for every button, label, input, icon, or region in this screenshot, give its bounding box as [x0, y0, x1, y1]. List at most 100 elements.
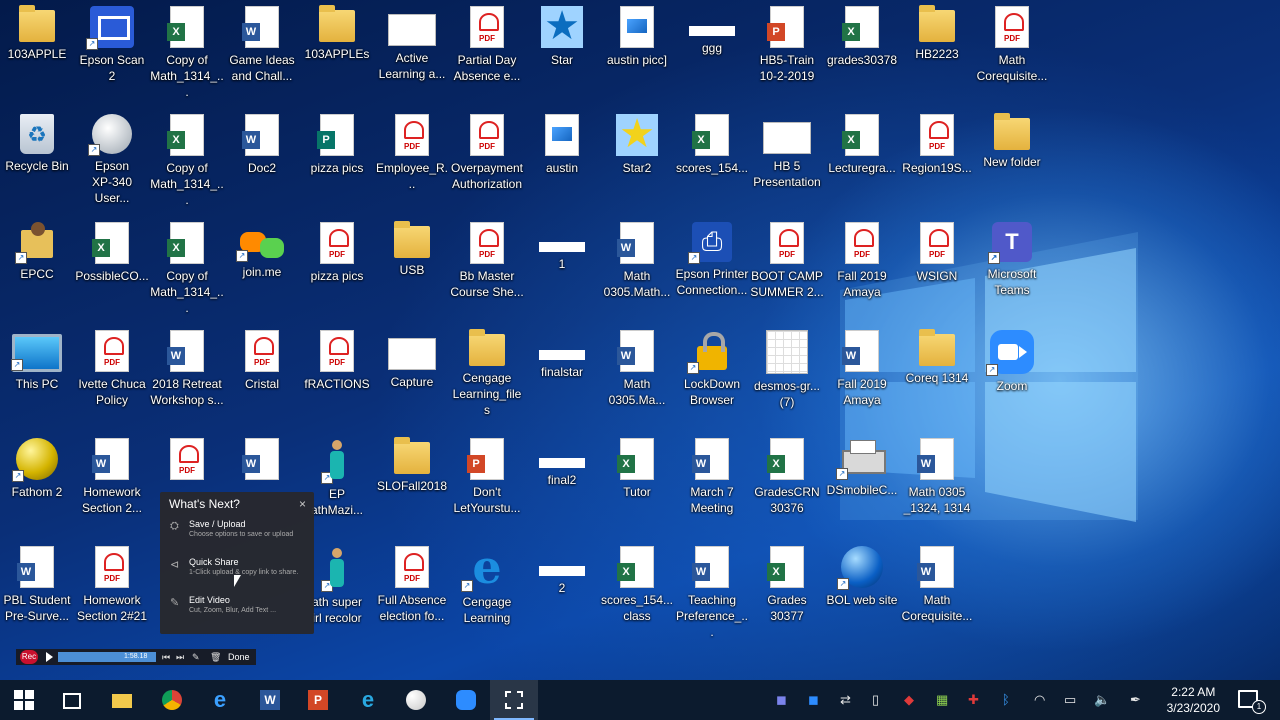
task-view-button[interactable] [48, 680, 96, 720]
desktop-icon[interactable]: ↗ BOL web site [825, 540, 899, 608]
clock[interactable]: 2:22 AM 3/23/2020 [1167, 684, 1220, 716]
desktop-icon[interactable]: Cengage Learning_files [450, 324, 524, 418]
close-icon[interactable]: × [299, 492, 306, 516]
desktop-icon[interactable]: W Fall 2019 Amaya [825, 324, 899, 408]
desktop-icon[interactable]: 1 [525, 216, 599, 272]
desktop-icon[interactable]: final2 [525, 432, 599, 488]
desktop-icon[interactable]: W Math Corequisite... [900, 540, 974, 624]
desktop-icon[interactable]: BOOT CAMP SUMMER 2... [750, 216, 824, 300]
desktop-icon[interactable]: W March 7 Meeting [675, 432, 749, 516]
desktop-icon[interactable]: W Homework Section 2... [75, 432, 149, 516]
desktop-icon[interactable]: Full Absence election fo... [375, 540, 449, 624]
start-button[interactable] [0, 680, 48, 720]
desktop-icon[interactable]: X GradesCRN 30376 [750, 432, 824, 516]
desktop-icon[interactable]: ggg [675, 0, 749, 56]
desktop-icon[interactable] [150, 432, 224, 484]
desktop-icon[interactable]: SLOFall2018 [375, 432, 449, 494]
desktop-icon[interactable]: Overpayment Authorization [450, 108, 524, 192]
desktop-icon[interactable]: W Math 0305 _1324, 1314 [900, 432, 974, 516]
desktop-icon[interactable]: X Copy of Math_1314_... [150, 108, 224, 208]
taskbar-word[interactable]: W [246, 680, 294, 720]
shield-icon[interactable]: ✚ [968, 692, 979, 708]
desktop-icon[interactable]: W Math 0305.Math... [600, 216, 674, 300]
desktop-icon[interactable]: W Math 0305.Ma... [600, 324, 674, 408]
security-icon[interactable]: ◆ [904, 692, 914, 708]
desktop-icon[interactable]: austin picc] [600, 0, 674, 68]
taskbar-chrome[interactable] [148, 680, 196, 720]
desktop-icon[interactable]: X Copy of Math_1314_... [150, 216, 224, 316]
desktop-icon[interactable]: Bb Master Course She... [450, 216, 524, 300]
desktop-icon[interactable]: fRACTIONS [300, 324, 374, 392]
pencil-icon[interactable]: ✎ [192, 650, 200, 664]
skip-forward-icon[interactable]: ⏭ [176, 650, 184, 664]
desktop-icon[interactable]: ↗ Epson Scan 2 [75, 0, 149, 84]
teams-tray-icon[interactable]: ◼ [776, 692, 787, 708]
desktop-icon[interactable]: 2 [525, 540, 599, 596]
desktop-icon[interactable]: X Tutor [600, 432, 674, 500]
trash-icon[interactable]: 🗑 [210, 650, 221, 664]
desktop-icon[interactable]: Xgrades30378 [825, 0, 899, 68]
desktop-icon[interactable]: ↗ LockDown Browser [675, 324, 749, 408]
desktop-icon[interactable]: desmos-gr... (7) [750, 324, 824, 410]
taskbar-internet-explorer[interactable]: e [344, 680, 392, 720]
desktop-icon[interactable]: Active Learning a... [375, 0, 449, 82]
zoom-tray-icon[interactable]: ◼ [808, 692, 819, 708]
desktop-icon[interactable]: Region19S... [900, 108, 974, 176]
desktop-icon[interactable]: Fall 2019 Amaya [825, 216, 899, 300]
desktop-icon[interactable]: Employee_R... [375, 108, 449, 192]
desktop-icon[interactable]: W 2018 Retreat Workshop s... [150, 324, 224, 408]
desktop-icon[interactable]: W [225, 432, 299, 484]
desktop-icon[interactable]: HB2223 [900, 0, 974, 62]
taskbar-edge[interactable]: e [196, 680, 244, 720]
desktop-icon[interactable]: HB 5 Presentation [750, 108, 824, 190]
taskbar-zoom[interactable] [442, 680, 490, 720]
desktop-icon[interactable]: ↗ EPCC [0, 216, 74, 282]
wifi-icon[interactable]: ◠ [1034, 692, 1045, 708]
save-upload-option[interactable]: ⛭ Save / Upload Choose options to save o… [160, 516, 314, 554]
desktop-icon[interactable]: X Lecturegra... [825, 108, 899, 176]
desktop-icon[interactable]: T ↗ Microsoft Teams [975, 216, 1049, 298]
done-button[interactable]: Done [228, 650, 250, 664]
desktop-icon[interactable]: W Teaching Preference_... [675, 540, 749, 640]
desktop-icon[interactable]: Partial Day Absence e... [450, 0, 524, 84]
battery-icon[interactable]: ▭ [1064, 692, 1076, 708]
desktop-icon[interactable]: Ppizza pics [300, 108, 374, 176]
desktop-icon[interactable]: ↗ Fathom 2 [0, 432, 74, 500]
desktop-icon[interactable]: W Doc2 [225, 108, 299, 176]
desktop-icon[interactable]: X Copy of Math_1314_... [150, 0, 224, 100]
desktop-icon[interactable]: W PBL Student Pre-Surve... [0, 540, 74, 624]
desktop-icon[interactable]: finalstar [525, 324, 599, 380]
play-icon[interactable] [46, 652, 53, 662]
desktop-icon[interactable]: Xscores_154... [675, 108, 749, 176]
desktop-icon[interactable]: P HB5-Train 10-2-2019 [750, 0, 824, 84]
desktop-icon[interactable]: P Don't LetYourstu... [450, 432, 524, 516]
desktop-icon[interactable]: Capture [375, 324, 449, 390]
desktop-icon[interactable]: ↗ Epson Printer Connection... [675, 216, 749, 298]
desktop-icon[interactable]: New folder [975, 108, 1049, 170]
desktop-icon[interactable]: W Game Ideas and Chall... [225, 0, 299, 84]
desktop-icon[interactable]: Ivette Chuca Policy [75, 324, 149, 408]
taskbar-file-explorer[interactable] [98, 680, 146, 720]
desktop-icon[interactable]: austin [525, 108, 599, 176]
volume-icon[interactable]: 🔈 [1094, 692, 1110, 708]
desktop-icon[interactable]: Recycle Bin [0, 108, 74, 174]
desktop-icon[interactable]: pizza pics [300, 216, 374, 284]
desktop-icon[interactable]: ↗ join.me [225, 216, 299, 280]
desktop-icon[interactable]: Coreq 1314 [900, 324, 974, 386]
record-button[interactable]: Rec [20, 650, 38, 664]
desktop-icon[interactable]: Star [525, 0, 599, 68]
skip-back-icon[interactable]: ⏮ [162, 650, 170, 664]
desktop-icon[interactable]: ↗ DSmobileC... [825, 432, 899, 498]
bluetooth-icon[interactable]: ᛒ [1002, 692, 1010, 707]
app-tray-icon[interactable]: ▦ [936, 692, 948, 708]
taskbar-snipping[interactable] [490, 680, 538, 720]
desktop-icon[interactable]: 103APPLEs [300, 0, 374, 62]
desktop-icon[interactable]: 103APPLE [0, 0, 74, 62]
desktop-icon[interactable]: ↗ Epson XP-340 User... [75, 108, 149, 206]
taskbar-powerpoint[interactable]: P [294, 680, 342, 720]
desktop-icon[interactable]: Cristal [225, 324, 299, 392]
desktop-icon[interactable]: ↗ This PC [0, 324, 74, 392]
edit-video-option[interactable]: ✎ Edit Video Cut, Zoom, Blur, Add Text .… [160, 592, 314, 630]
network-drive-icon[interactable]: ⇄ [840, 692, 851, 708]
desktop-icon[interactable]: WSIGN [900, 216, 974, 284]
